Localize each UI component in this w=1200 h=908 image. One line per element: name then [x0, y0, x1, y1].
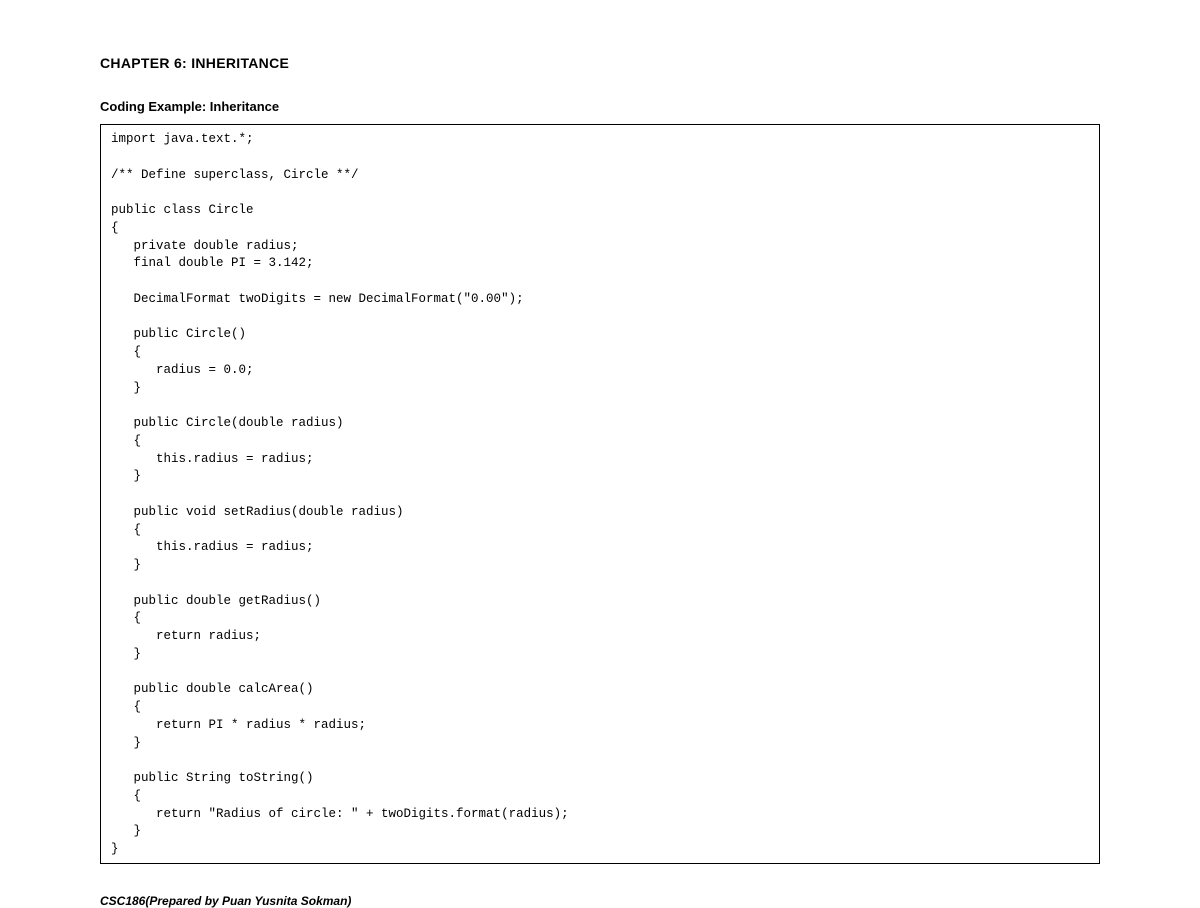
code-content: import java.text.*; /** Define superclas… — [111, 131, 1089, 859]
code-box: import java.text.*; /** Define superclas… — [100, 124, 1100, 864]
coding-example-subheading: Coding Example: Inheritance — [100, 99, 1100, 114]
footer-label: CSC186(Prepared by Puan Yusnita Sokman) — [100, 894, 1100, 908]
chapter-heading: CHAPTER 6: INHERITANCE — [100, 55, 1100, 71]
